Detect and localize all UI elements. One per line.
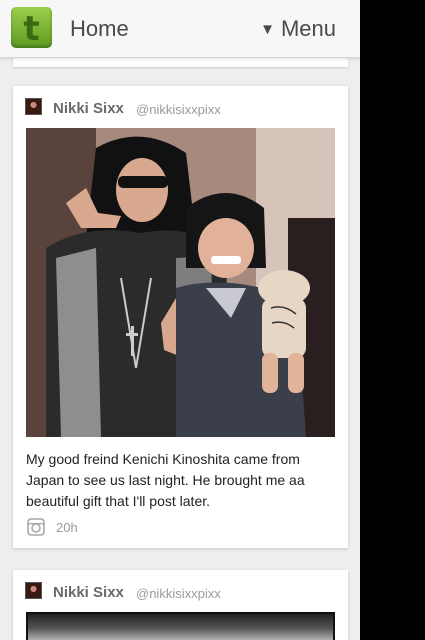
post-caption: My good freind Kenichi Kinoshita came fr… <box>26 451 305 509</box>
triangle-down-icon: ▼ <box>260 21 275 38</box>
avatar[interactable] <box>25 98 42 115</box>
top-bar: t Home ▼ Menu <box>0 0 360 58</box>
previous-post-card <box>13 57 348 67</box>
post-photo[interactable] <box>26 128 335 437</box>
photo-illustration <box>26 128 335 437</box>
post-card[interactable]: Nikki Sixx @nikkisixxpixx <box>13 570 348 640</box>
post-author[interactable]: Nikki Sixx <box>53 584 124 601</box>
logo-letter: t <box>23 9 40 48</box>
post-photo[interactable] <box>26 612 335 640</box>
instagram-icon[interactable] <box>27 518 45 536</box>
post-timestamp[interactable]: 20h <box>56 520 78 535</box>
home-title[interactable]: Home <box>70 16 129 42</box>
post-handle[interactable]: @nikkisixxpixx <box>136 586 221 601</box>
menu-label: Menu <box>280 16 336 41</box>
menu-button[interactable]: ▼ Menu <box>260 16 336 42</box>
post-card[interactable]: Nikki Sixx @nikkisixxpixx <box>13 86 348 548</box>
app-logo[interactable]: t <box>11 7 52 48</box>
post-handle[interactable]: @nikkisixxpixx <box>136 102 221 117</box>
post-author[interactable]: Nikki Sixx <box>53 100 124 117</box>
avatar[interactable] <box>25 582 42 599</box>
app-screen: t Home ▼ Menu Nikki Sixx @nikkisixxpixx <box>0 0 360 640</box>
